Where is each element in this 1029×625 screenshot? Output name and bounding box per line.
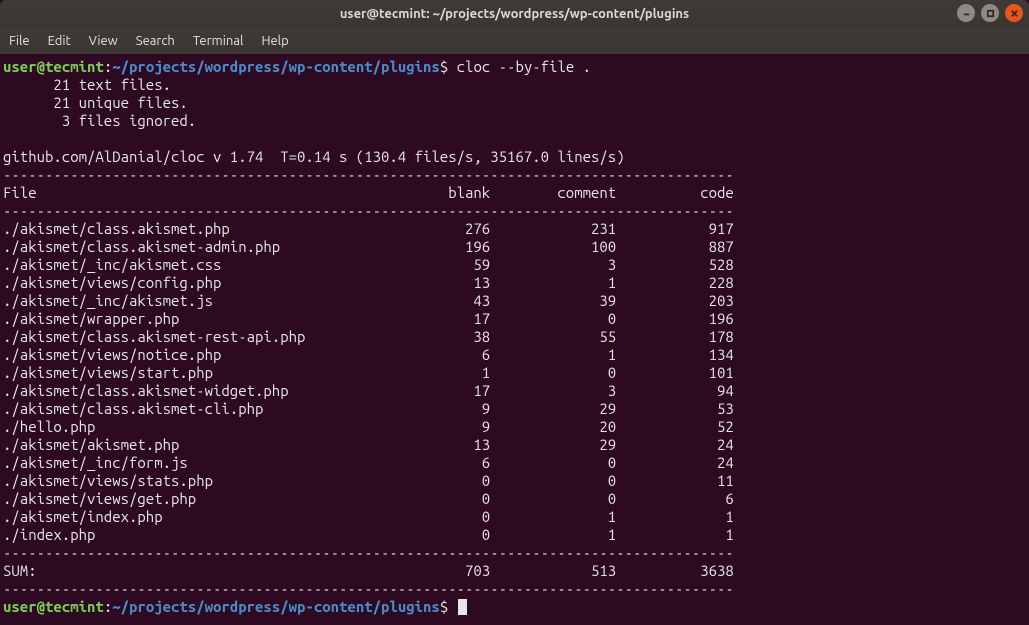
prompt-symbol: $ (440, 58, 448, 75)
table-row: ./akismet/_inc/form.js 6 0 24 (3, 454, 734, 471)
table-row: ./hello.php 9 20 52 (3, 418, 734, 435)
table-row: ./index.php 0 1 1 (3, 526, 734, 543)
maximize-button[interactable] (981, 4, 999, 22)
output-line: 3 files ignored. (3, 112, 196, 129)
table-row: ./akismet/views/stats.php 0 0 11 (3, 472, 734, 489)
prompt-user: user@tecmint (3, 598, 104, 615)
maximize-icon (986, 9, 995, 18)
divider: ----------------------------------------… (3, 202, 734, 219)
close-button[interactable] (1005, 4, 1023, 22)
terminal-output[interactable]: user@tecmint:~/projects/wordpress/wp-con… (0, 54, 1029, 620)
menu-edit[interactable]: Edit (48, 34, 71, 48)
minimize-icon (962, 9, 971, 18)
prompt-colon: : (104, 58, 112, 75)
table-row: ./akismet/class.akismet-admin.php 196 10… (3, 238, 734, 255)
table-row: ./akismet/views/get.php 0 0 6 (3, 490, 734, 507)
window-title: user@tecmint: ~/projects/wordpress/wp-co… (340, 7, 689, 21)
divider: ----------------------------------------… (3, 166, 734, 183)
table-row: ./akismet/class.akismet-widget.php 17 3 … (3, 382, 734, 399)
menu-help[interactable]: Help (261, 34, 288, 48)
sum-row: SUM: 703 513 3638 (3, 562, 734, 579)
prompt-colon: : (104, 598, 112, 615)
cursor (458, 599, 467, 615)
close-icon (1010, 9, 1019, 18)
version-line: github.com/AlDanial/cloc v 1.74 T=0.14 s… (3, 148, 625, 165)
window-titlebar: user@tecmint: ~/projects/wordpress/wp-co… (0, 0, 1029, 28)
prompt-user: user@tecmint (3, 58, 104, 75)
table-row: ./akismet/views/config.php 13 1 228 (3, 274, 734, 291)
table-row: ./akismet/akismet.php 13 29 24 (3, 436, 734, 453)
menu-file[interactable]: File (9, 34, 30, 48)
table-row: ./akismet/class.akismet.php 276 231 917 (3, 220, 734, 237)
menu-search[interactable]: Search (136, 34, 175, 48)
menubar: File Edit View Search Terminal Help (0, 28, 1029, 54)
menu-terminal[interactable]: Terminal (193, 34, 244, 48)
prompt-path: ~/projects/wordpress/wp-content/plugins (112, 58, 440, 75)
table-row: ./akismet/views/notice.php 6 1 134 (3, 346, 734, 363)
minimize-button[interactable] (957, 4, 975, 22)
menu-view[interactable]: View (89, 34, 118, 48)
table-header: File blank comment code (3, 184, 734, 201)
table-row: ./akismet/_inc/akismet.css 59 3 528 (3, 256, 734, 273)
command-text: cloc --by-file . (457, 58, 591, 75)
table-row: ./akismet/class.akismet-rest-api.php 38 … (3, 328, 734, 345)
divider: ----------------------------------------… (3, 544, 734, 561)
table-row: ./akismet/wrapper.php 17 0 196 (3, 310, 734, 327)
divider: ----------------------------------------… (3, 580, 734, 597)
output-line: 21 unique files. (3, 94, 188, 111)
table-row: ./akismet/class.akismet-cli.php 9 29 53 (3, 400, 734, 417)
prompt-path: ~/projects/wordpress/wp-content/plugins (112, 598, 440, 615)
table-row: ./akismet/_inc/akismet.js 43 39 203 (3, 292, 734, 309)
window-controls (957, 4, 1023, 22)
table-row: ./akismet/index.php 0 1 1 (3, 508, 734, 525)
table-row: ./akismet/views/start.php 1 0 101 (3, 364, 734, 381)
prompt-symbol: $ (440, 598, 448, 615)
output-line: 21 text files. (3, 76, 171, 93)
